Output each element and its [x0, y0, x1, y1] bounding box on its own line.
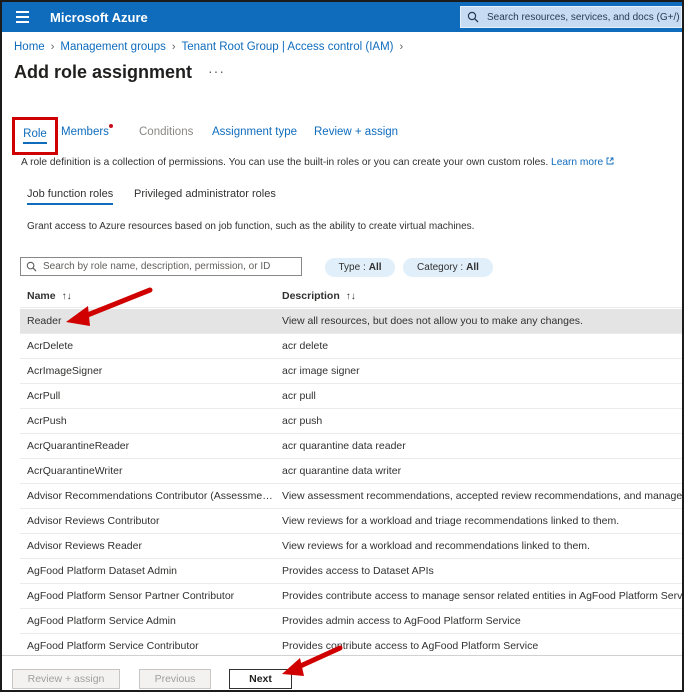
role-name: AcrPush: [27, 415, 67, 427]
learn-more-label: Learn more: [551, 157, 604, 168]
table-row[interactable]: AcrDelete acr delete: [20, 334, 682, 359]
table-row[interactable]: AgFood Platform Sensor Partner Contribut…: [20, 584, 684, 609]
role-description: A role definition is a collection of per…: [21, 157, 614, 168]
tab-members[interactable]: Members: [61, 126, 109, 138]
tab-role[interactable]: Role: [12, 117, 58, 155]
table-row[interactable]: Reader View all resources, but does not a…: [20, 309, 682, 334]
role-description-cell: Provides contribute access to manage sen…: [282, 590, 684, 602]
roles-table-header: Name ↑↓ Description ↑↓: [20, 284, 682, 308]
role-description-cell: Provides admin access to AgFood Platform…: [282, 615, 521, 627]
role-description-cell: acr pull: [282, 390, 316, 402]
table-row[interactable]: AcrImageSigner acr image signer: [20, 359, 682, 384]
role-name: Reader: [27, 315, 62, 327]
tab-assignment-type[interactable]: Assignment type: [212, 126, 297, 138]
brand-title[interactable]: Microsoft Azure: [50, 10, 148, 25]
category-filter-label: Category :: [417, 262, 464, 273]
hamburger-menu-icon[interactable]: [2, 2, 42, 32]
window-frame: Microsoft Azure Search resources, servic…: [0, 0, 684, 692]
role-name: AcrImageSigner: [27, 365, 103, 377]
chevron-right-icon: ›: [171, 41, 176, 53]
search-icon: [26, 261, 37, 272]
required-dot-icon: [109, 124, 113, 128]
category-filter-value: All: [466, 262, 479, 273]
previous-button: Previous: [139, 669, 211, 689]
sort-icon: ↑↓: [345, 291, 356, 302]
review-assign-button: Review + assign: [12, 669, 120, 689]
role-name: AcrQuarantineWriter: [27, 465, 123, 477]
role-description-cell: Provides contribute access to AgFood Pla…: [282, 640, 539, 652]
breadcrumb: Home › Management groups › Tenant Root G…: [14, 41, 409, 53]
role-description-cell: acr image signer: [282, 365, 360, 377]
next-button[interactable]: Next: [229, 669, 292, 689]
search-icon: [467, 11, 479, 23]
role-description-cell: View reviews for a workload and triage r…: [282, 515, 620, 527]
table-row[interactable]: AgFood Platform Service Admin Provides ad…: [20, 609, 682, 634]
more-options-icon[interactable]: ···: [208, 63, 225, 79]
role-description-cell: View all resources, but does not allow y…: [282, 315, 583, 327]
role-name: AcrDelete: [27, 340, 74, 352]
role-name: AcrQuarantineReader: [27, 440, 130, 452]
role-description-cell: acr push: [282, 415, 323, 427]
type-filter-pill[interactable]: Type : All: [325, 258, 395, 277]
column-header-name-label: Name: [27, 290, 56, 302]
chevron-right-icon: ›: [399, 41, 404, 53]
role-search-input[interactable]: [43, 261, 293, 272]
wizard-footer: Review + assign Previous Next: [2, 655, 682, 690]
type-filter-label: Type :: [338, 262, 366, 273]
learn-more-link[interactable]: Learn more: [551, 157, 614, 168]
category-filter-pill[interactable]: Category : All: [403, 258, 493, 277]
table-row[interactable]: AcrQuarantineWriter acr quarantine data w…: [20, 459, 682, 484]
role-description-cell: View assessment recommendations, accepte…: [282, 490, 684, 502]
role-description-cell: acr quarantine data writer: [282, 465, 402, 477]
breadcrumb-home[interactable]: Home: [14, 41, 45, 53]
column-header-description-label: Description: [282, 290, 340, 302]
wizard-tabs: Role Members Conditions Assignment type …: [12, 117, 672, 155]
table-row[interactable]: Advisor Reviews Reader View reviews for a…: [20, 534, 682, 559]
chevron-right-icon: ›: [50, 41, 55, 53]
sort-icon: ↑↓: [61, 291, 72, 302]
column-header-name[interactable]: Name ↑↓: [27, 290, 72, 302]
breadcrumb-tenant-root-iam[interactable]: Tenant Root Group | Access control (IAM): [182, 41, 394, 53]
table-row[interactable]: Advisor Reviews Contributor View reviews …: [20, 509, 682, 534]
column-header-description[interactable]: Description ↑↓: [282, 290, 356, 302]
role-name: AgFood Platform Service Contributor: [27, 640, 199, 652]
role-description-cell: acr quarantine data reader: [282, 440, 406, 452]
table-row[interactable]: AcrQuarantineReader acr quarantine data r…: [20, 434, 682, 459]
role-search-box[interactable]: [20, 257, 302, 276]
helper-text: Grant access to Azure resources based on…: [27, 221, 475, 232]
breadcrumb-management-groups[interactable]: Management groups: [60, 41, 165, 53]
role-name: AcrPull: [27, 390, 61, 402]
global-search-box[interactable]: Search resources, services, and docs (G+…: [460, 6, 682, 28]
roles-table-body: Reader View all resources, but does not a…: [20, 309, 684, 659]
table-row[interactable]: Advisor Recommendations Contributor (Ass…: [20, 484, 684, 509]
role-name: Advisor Reviews Reader: [27, 540, 142, 552]
tab-role-label: Role: [23, 128, 47, 144]
tab-privileged-administrator-roles[interactable]: Privileged administrator roles: [134, 188, 276, 200]
role-name: Advisor Recommendations Contributor (Ass…: [27, 490, 273, 502]
table-row[interactable]: AgFood Platform Dataset Admin Provides ac…: [20, 559, 682, 584]
tab-review-assign[interactable]: Review + assign: [314, 126, 398, 138]
role-name: AgFood Platform Service Admin: [27, 615, 176, 627]
type-filter-value: All: [368, 262, 382, 273]
role-name: Advisor Reviews Contributor: [27, 515, 160, 527]
tab-conditions: Conditions: [139, 126, 194, 138]
table-row[interactable]: AcrPush acr push: [20, 409, 682, 434]
table-row[interactable]: AcrPull acr pull: [20, 384, 682, 409]
role-description-cell: Provides access to Dataset APIs: [282, 565, 434, 577]
global-search-placeholder: Search resources, services, and docs (G+…: [487, 11, 680, 23]
external-link-icon: [606, 157, 614, 165]
top-bar: Microsoft Azure Search resources, servic…: [2, 2, 682, 32]
role-description-cell: acr delete: [282, 340, 329, 352]
role-name: AgFood Platform Dataset Admin: [27, 565, 177, 577]
role-description-text: A role definition is a collection of per…: [21, 157, 549, 168]
role-description-cell: View reviews for a workload and recommen…: [282, 540, 590, 552]
tab-job-function-roles[interactable]: Job function roles: [27, 188, 114, 205]
page-title: Add role assignment: [14, 62, 193, 82]
role-name: AgFood Platform Sensor Partner Contribut…: [27, 590, 235, 602]
